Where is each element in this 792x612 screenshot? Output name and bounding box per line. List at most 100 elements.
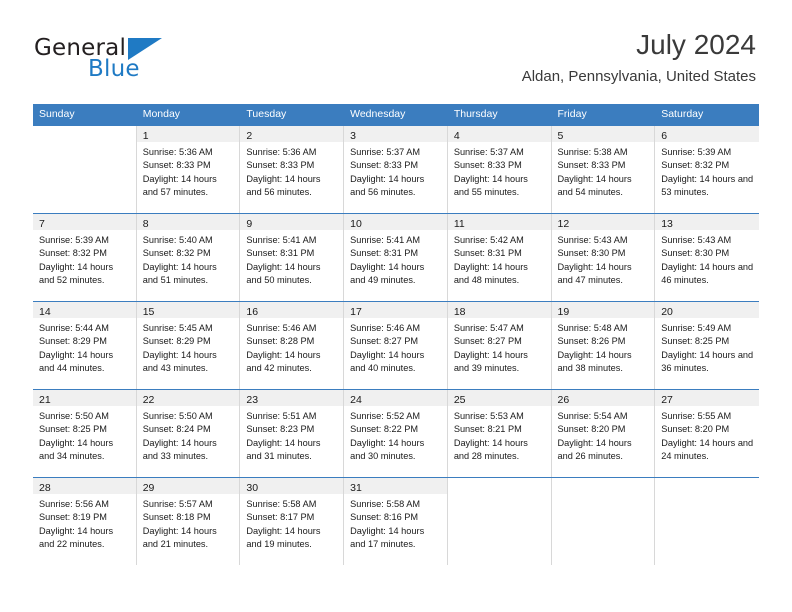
- day-number-bar: 19: [551, 302, 655, 318]
- calendar-day-cell[interactable]: 2 Sunrise: 5:36 AM Sunset: 8:33 PM Daylight…: [240, 126, 345, 213]
- day-details: Sunrise: 5:36 AM Sunset: 8:33 PM Daylight:…: [240, 142, 343, 199]
- day-number: 5: [557, 130, 564, 142]
- calendar-day-cell[interactable]: 18 Sunrise: 5:47 AM Sunset: 8:27 PM Dayligh…: [447, 302, 552, 389]
- day-number-bar: [33, 126, 136, 142]
- calendar-day-cell[interactable]: 7 Sunrise: 5:39 AM Sunset: 8:32 PM Daylight…: [33, 214, 137, 301]
- day-number-bar: 16: [240, 302, 344, 318]
- sunrise-text: Sunrise: 5:41 AM: [246, 235, 317, 245]
- calendar-day-cell[interactable]: 25 Sunrise: 5:53 AM Sunset: 8:21 PM Dayligh…: [447, 390, 552, 477]
- sunrise-text: Sunrise: 5:49 AM: [661, 323, 732, 333]
- day-details: Sunrise: 5:38 AM Sunset: 8:33 PM Daylight:…: [552, 142, 655, 199]
- calendar-day-cell[interactable]: 26 Sunrise: 5:54 AM Sunset: 8:20 PM Dayligh…: [551, 390, 656, 477]
- day-number-bar: 21: [33, 390, 136, 406]
- day-details: Sunrise: 5:36 AM Sunset: 8:33 PM Daylight:…: [137, 142, 240, 199]
- calendar-day-cell[interactable]: 8 Sunrise: 5:40 AM Sunset: 8:32 PM Daylight…: [136, 214, 241, 301]
- calendar-day-cell[interactable]: 15 Sunrise: 5:45 AM Sunset: 8:29 PM Dayligh…: [136, 302, 241, 389]
- day-number: 14: [39, 306, 51, 318]
- calendar-day-cell[interactable]: 31 Sunrise: 5:58 AM Sunset: 8:16 PM Dayligh…: [344, 478, 448, 565]
- sunrise-text: Sunrise: 5:46 AM: [246, 323, 317, 333]
- calendar-day-cell[interactable]: 24 Sunrise: 5:52 AM Sunset: 8:22 PM Dayligh…: [344, 390, 448, 477]
- calendar-day-cell[interactable]: 30 Sunrise: 5:58 AM Sunset: 8:17 PM Dayligh…: [240, 478, 345, 565]
- calendar-day-cell[interactable]: 9 Sunrise: 5:41 AM Sunset: 8:31 PM Daylight…: [240, 214, 345, 301]
- day-number: 23: [246, 394, 259, 406]
- sunrise-text: Sunrise: 5:50 AM: [39, 411, 109, 421]
- day-number-bar: 6: [655, 126, 759, 142]
- calendar-day-cell[interactable]: 11 Sunrise: 5:42 AM Sunset: 8:31 PM Dayligh…: [447, 214, 552, 301]
- sunset-text: Sunset: 8:33 PM: [246, 160, 315, 171]
- day-number: 8: [142, 218, 149, 230]
- day-number: 26: [557, 394, 570, 406]
- daylight-text: Daylight: 14 hours and 56 minutes.: [350, 173, 425, 197]
- daylight-text: Daylight: 14 hours and 38 minutes.: [557, 349, 632, 373]
- day-number-bar: 4: [447, 126, 551, 142]
- calendar-day-cell[interactable]: 29 Sunrise: 5:57 AM Sunset: 8:18 PM Dayligh…: [136, 478, 241, 565]
- daylight-text: Daylight: 14 hours and 56 minutes.: [246, 173, 321, 197]
- day-number: 25: [453, 394, 466, 406]
- sunrise-text: Sunrise: 5:40 AM: [142, 235, 213, 245]
- calendar-day-cell[interactable]: 21 Sunrise: 5:50 AM Sunset: 8:25 PM Dayligh…: [33, 390, 137, 477]
- calendar-day-cell[interactable]: 1 Sunrise: 5:36 AM Sunset: 8:33 PM Daylight…: [136, 126, 241, 213]
- sunset-text: Sunset: 8:30 PM: [661, 248, 730, 259]
- sunset-text: Sunset: 8:29 PM: [39, 336, 107, 347]
- day-number-bar: 26: [551, 390, 655, 406]
- daylight-text: Daylight: 14 hours and 49 minutes.: [350, 261, 425, 285]
- calendar-week-row: 21 Sunrise: 5:50 AM Sunset: 8:25 PM Dayligh…: [33, 389, 759, 477]
- sunset-text: Sunset: 8:23 PM: [246, 424, 315, 435]
- calendar-day-cell[interactable]: 3 Sunrise: 5:37 AM Sunset: 8:33 PM Daylight…: [344, 126, 448, 213]
- sunrise-text: Sunrise: 5:37 AM: [453, 147, 524, 157]
- day-number: 9: [246, 218, 253, 230]
- calendar-day-cell[interactable]: 13 Sunrise: 5:43 AM Sunset: 8:30 PM Dayligh…: [655, 214, 759, 301]
- calendar-day-cell[interactable]: 19 Sunrise: 5:48 AM Sunset: 8:26 PM Dayligh…: [551, 302, 656, 389]
- day-number: 11: [453, 218, 465, 230]
- sunset-text: Sunset: 8:29 PM: [142, 336, 211, 347]
- calendar-day-cell[interactable]: 14 Sunrise: 5:44 AM Sunset: 8:29 PM Dayligh…: [33, 302, 137, 389]
- day-details: Sunrise: 5:50 AM Sunset: 8:25 PM Daylight:…: [33, 406, 136, 463]
- sunset-text: Sunset: 8:17 PM: [246, 512, 315, 523]
- day-details: Sunrise: 5:58 AM Sunset: 8:17 PM Daylight:…: [240, 494, 343, 551]
- day-number-bar: 23: [240, 390, 344, 406]
- logo-text-blue: Blue: [88, 56, 140, 82]
- daylight-text: Daylight: 14 hours and 30 minutes.: [350, 437, 425, 461]
- general-blue-logo[interactable]: General Blue: [34, 36, 234, 86]
- day-details: Sunrise: 5:49 AM Sunset: 8:25 PM Daylight:…: [655, 318, 759, 375]
- calendar-week-cells: 28 Sunrise: 5:56 AM Sunset: 8:19 PM Dayligh…: [33, 478, 759, 565]
- day-number-bar: [552, 478, 655, 494]
- calendar-day-cell[interactable]: 16 Sunrise: 5:46 AM Sunset: 8:28 PM Dayligh…: [240, 302, 345, 389]
- calendar-day-cell[interactable]: 12 Sunrise: 5:43 AM Sunset: 8:30 PM Dayligh…: [551, 214, 656, 301]
- day-details: Sunrise: 5:52 AM Sunset: 8:22 PM Daylight:…: [344, 406, 447, 463]
- sunset-text: Sunset: 8:27 PM: [453, 336, 522, 347]
- sunrise-text: Sunrise: 5:52 AM: [350, 411, 421, 421]
- sunset-text: Sunset: 8:18 PM: [142, 512, 211, 523]
- calendar-day-cell[interactable]: 6 Sunrise: 5:39 AM Sunset: 8:32 PM Daylight…: [655, 126, 759, 213]
- calendar-day-cell[interactable]: 28 Sunrise: 5:56 AM Sunset: 8:19 PM Dayligh…: [33, 478, 137, 565]
- sunset-text: Sunset: 8:20 PM: [557, 424, 626, 435]
- calendar-week-cells: 21 Sunrise: 5:50 AM Sunset: 8:25 PM Dayligh…: [33, 390, 759, 477]
- calendar-weeks: 1 Sunrise: 5:36 AM Sunset: 8:33 PM Daylight…: [33, 125, 759, 565]
- day-number: 29: [142, 482, 155, 494]
- sunset-text: Sunset: 8:32 PM: [661, 160, 730, 171]
- sunrise-text: Sunrise: 5:43 AM: [661, 235, 732, 245]
- calendar-day-cell[interactable]: 20 Sunrise: 5:49 AM Sunset: 8:25 PM Dayligh…: [655, 302, 759, 389]
- daylight-text: Daylight: 14 hours and 52 minutes.: [39, 261, 114, 285]
- calendar-day-cell[interactable]: 23 Sunrise: 5:51 AM Sunset: 8:23 PM Dayligh…: [240, 390, 345, 477]
- daylight-text: Daylight: 14 hours and 46 minutes.: [661, 261, 754, 285]
- calendar-day-cell[interactable]: 17 Sunrise: 5:46 AM Sunset: 8:27 PM Dayligh…: [344, 302, 448, 389]
- weekday-header-wednesday: Wednesday: [350, 108, 406, 120]
- sunset-text: Sunset: 8:25 PM: [661, 336, 730, 347]
- calendar-day-cell[interactable]: 27 Sunrise: 5:55 AM Sunset: 8:20 PM Dayligh…: [655, 390, 759, 477]
- calendar-day-cell[interactable]: 10 Sunrise: 5:41 AM Sunset: 8:31 PM Dayligh…: [344, 214, 448, 301]
- sunrise-text: Sunrise: 5:37 AM: [350, 147, 421, 157]
- sunset-text: Sunset: 8:33 PM: [453, 160, 522, 171]
- day-number-bar: 5: [551, 126, 655, 142]
- weekday-header-tuesday: Tuesday: [246, 108, 287, 120]
- sunrise-text: Sunrise: 5:57 AM: [142, 499, 213, 509]
- sunrise-text: Sunrise: 5:41 AM: [350, 235, 421, 245]
- calendar-day-cell[interactable]: 5 Sunrise: 5:38 AM Sunset: 8:33 PM Daylight…: [551, 126, 656, 213]
- sunrise-text: Sunrise: 5:42 AM: [453, 235, 524, 245]
- day-details: Sunrise: 5:45 AM Sunset: 8:29 PM Daylight:…: [137, 318, 240, 375]
- calendar-day-cell[interactable]: 22 Sunrise: 5:50 AM Sunset: 8:24 PM Dayligh…: [136, 390, 241, 477]
- day-details: Sunrise: 5:54 AM Sunset: 8:20 PM Daylight:…: [552, 406, 655, 463]
- sunrise-text: Sunrise: 5:36 AM: [246, 147, 317, 157]
- day-details: Sunrise: 5:43 AM Sunset: 8:30 PM Daylight:…: [655, 230, 759, 287]
- calendar-day-cell[interactable]: 4 Sunrise: 5:37 AM Sunset: 8:33 PM Daylight…: [447, 126, 552, 213]
